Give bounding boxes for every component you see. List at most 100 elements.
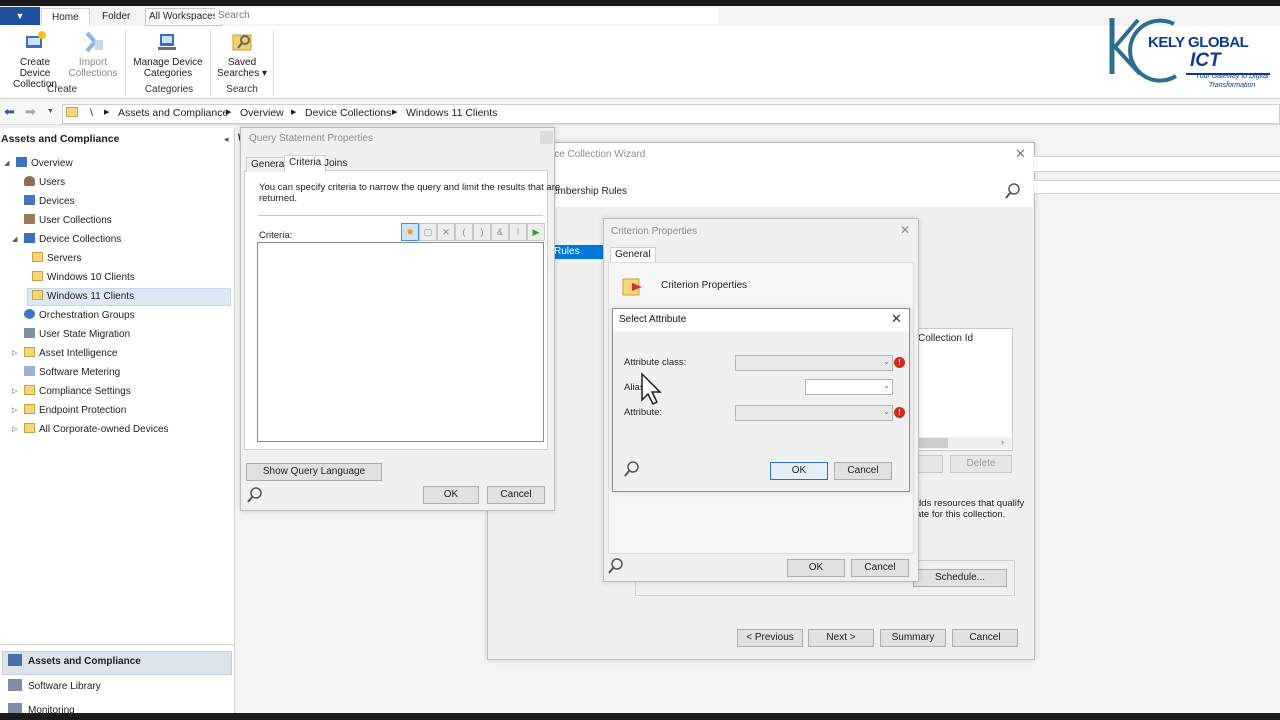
workspace-selector[interactable]: All Workspaces — [145, 8, 222, 26]
scrollbar-thumb[interactable] — [914, 438, 948, 448]
forward-arrow-icon[interactable]: ➡ — [25, 105, 36, 119]
folder-icon — [24, 347, 35, 357]
tree-item-device-collections[interactable]: ◢ Device Collections — [12, 231, 121, 249]
new-criterion-icon[interactable]: ✹ — [401, 223, 419, 241]
tree-item-user-state-migration[interactable]: User State Migration — [24, 326, 130, 344]
tree-item-windows-10-clients[interactable]: Windows 10 Clients — [32, 269, 135, 287]
delete-icon[interactable]: ✕ — [437, 223, 455, 241]
scroll-right-icon[interactable]: › — [1001, 437, 1004, 447]
attribute-class-label: Attribute class: — [624, 357, 687, 368]
folder-icon — [32, 271, 43, 281]
tree-item-compliance-settings[interactable]: ▷ Compliance Settings — [12, 383, 131, 401]
criterion-cancel-button[interactable]: Cancel — [851, 559, 909, 577]
alias-combo[interactable]: ⌄ — [805, 379, 893, 395]
query-cancel-button[interactable]: Cancel — [487, 486, 545, 504]
criterion-ok-button[interactable]: OK — [787, 559, 845, 577]
workspace-button-monitoring[interactable]: Monitoring — [8, 700, 75, 713]
wizard-close-icon[interactable]: ✕ — [1015, 146, 1026, 162]
history-dropdown-icon[interactable]: ▼ — [47, 108, 54, 115]
tree-item-servers[interactable]: Servers — [32, 250, 81, 268]
run-icon[interactable]: ▶ — [527, 223, 545, 241]
column-header-collection-id[interactable]: Collection Id — [918, 333, 973, 344]
tree-item-asset-intelligence[interactable]: ▷ Asset Intelligence — [12, 345, 117, 363]
attribute-class-error-icon: ! — [894, 357, 905, 368]
workspace-button-assets[interactable]: Assets and Compliance — [8, 652, 141, 672]
tab-home[interactable]: Home — [41, 8, 90, 27]
saved-searches-icon — [232, 34, 252, 51]
select-attribute-ok-button[interactable]: OK — [770, 462, 828, 480]
not-icon[interactable]: ! — [509, 223, 527, 241]
properties-icon[interactable]: ▢ — [419, 223, 437, 241]
attribute-label: Attribute: — [624, 407, 663, 418]
mouse-pointer-icon — [641, 372, 662, 406]
attribute-class-combo[interactable]: ⌄ — [735, 355, 893, 371]
manage-device-categories-button[interactable]: Manage Device Categories — [130, 30, 206, 79]
criteria-list[interactable] — [257, 242, 544, 442]
tree-item-corporate-owned-devices[interactable]: ▷ All Corporate-owned Devices — [12, 421, 169, 439]
query-dialog-close-icon[interactable] — [540, 131, 553, 144]
bottom-strip — [0, 713, 1280, 720]
show-query-language-button[interactable]: Show Query Language — [246, 463, 382, 481]
query-ok-button[interactable]: OK — [423, 486, 479, 504]
tab-folder[interactable]: Folder — [92, 8, 140, 26]
previous-button[interactable]: < Previous — [737, 629, 803, 647]
wizard-help-icon[interactable] — [1004, 182, 1022, 200]
tree-item-devices[interactable]: Devices — [24, 193, 75, 211]
tree-item-overview[interactable]: ◢ Overview — [4, 155, 73, 173]
ungroup-icon[interactable]: ) — [473, 223, 491, 241]
select-attribute-cancel-button[interactable]: Cancel — [834, 462, 892, 480]
app-menu-button[interactable]: ▼ — [0, 7, 40, 25]
user-icon — [24, 176, 35, 186]
breadcrumb-overview[interactable]: Overview — [240, 106, 284, 120]
query-help-icon[interactable] — [246, 486, 264, 504]
wizard-nav-rules[interactable]: Rules — [548, 245, 610, 259]
and-or-icon[interactable]: & — [491, 223, 509, 241]
user-collections-icon — [24, 214, 35, 224]
breadcrumb-root[interactable]: \ — [90, 106, 93, 120]
summary-button[interactable]: Summary — [880, 629, 946, 647]
back-arrow-icon[interactable]: ⬅ — [4, 105, 15, 119]
select-attribute-close-icon[interactable]: ✕ — [891, 311, 902, 327]
delete-rule-button[interactable]: Delete — [950, 455, 1012, 473]
breadcrumb-assets[interactable]: Assets and Compliance — [118, 106, 228, 120]
tree-item-users[interactable]: Users — [24, 174, 65, 192]
pane-divider — [0, 644, 234, 645]
ribbon-search-input[interactable]: Search — [215, 8, 718, 24]
breadcrumb-windows-11[interactable]: Windows 11 Clients — [406, 106, 497, 120]
logo-tagline: Your Gateway to Digital Transformation — [1195, 73, 1269, 89]
workspace-button-software-library[interactable]: Software Library — [8, 677, 101, 697]
tree-item-user-collections[interactable]: User Collections — [24, 212, 112, 230]
criterion-close-icon[interactable]: ✕ — [900, 223, 910, 237]
folder-icon — [66, 107, 78, 117]
attribute-combo[interactable]: ⌄ — [735, 405, 893, 421]
breadcrumb-separator-icon: ▶ — [226, 109, 232, 116]
rules-list[interactable] — [913, 328, 1013, 451]
collapse-pane-icon[interactable]: ◂ — [224, 134, 229, 145]
import-collections-button[interactable]: Import Collections — [66, 30, 120, 79]
tree-item-windows-11-clients[interactable]: Windows 11 Clients — [32, 288, 134, 306]
software-library-icon — [8, 679, 22, 691]
tab-joins[interactable]: Joins — [320, 157, 351, 171]
create-device-collection-button[interactable]: Create Device Collection — [4, 30, 66, 90]
import-arrow-icon — [85, 31, 103, 53]
criterion-help-icon[interactable] — [607, 557, 625, 575]
navigation-pane-title: Assets and Compliance — [1, 133, 120, 145]
group-icon[interactable]: ( — [455, 223, 473, 241]
chevron-down-icon: ⌄ — [883, 381, 890, 390]
wizard-heading: embership Rules — [552, 186, 628, 197]
chevron-down-icon: ⌄ — [883, 357, 890, 366]
tree-item-orchestration-groups[interactable]: Orchestration Groups — [24, 307, 135, 325]
group-label-categories: Categories — [144, 84, 194, 95]
next-button[interactable]: Next > — [808, 629, 874, 647]
schedule-button[interactable]: Schedule... — [913, 569, 1007, 587]
breadcrumb-device-collections[interactable]: Device Collections — [305, 106, 391, 120]
select-attribute-help-icon[interactable] — [623, 460, 641, 478]
criterion-tab-general[interactable]: General — [610, 247, 656, 263]
criterion-properties-icon — [622, 278, 642, 296]
wizard-cancel-button[interactable]: Cancel — [952, 629, 1018, 647]
logo-line2: ICT — [1190, 50, 1221, 71]
saved-searches-button[interactable]: Saved Searches ▾ — [214, 30, 270, 79]
tree-item-software-metering[interactable]: Software Metering — [24, 364, 120, 382]
tree-item-endpoint-protection[interactable]: ▷ Endpoint Protection — [12, 402, 126, 420]
assets-workspace-icon — [8, 654, 22, 666]
